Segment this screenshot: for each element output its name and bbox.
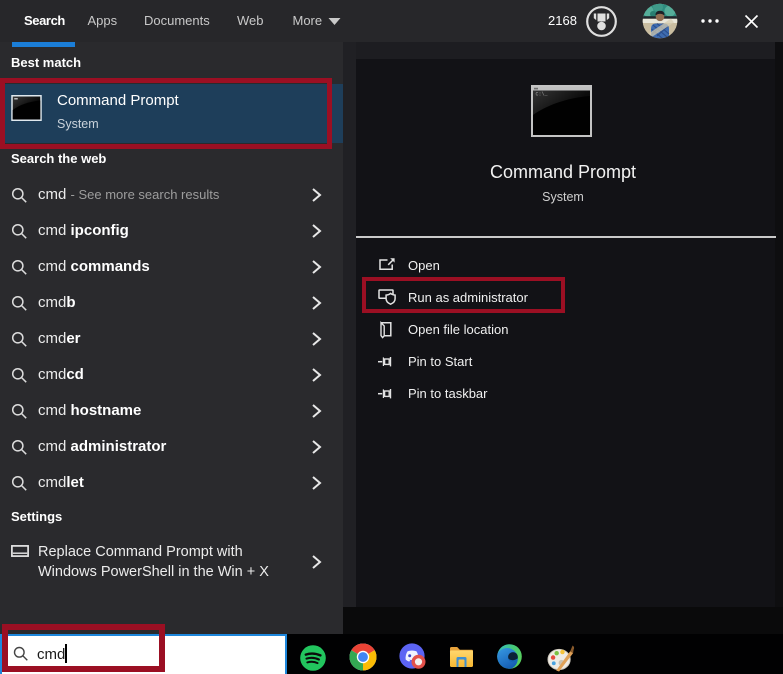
svg-text:C:\_: C:\_ bbox=[536, 92, 549, 98]
